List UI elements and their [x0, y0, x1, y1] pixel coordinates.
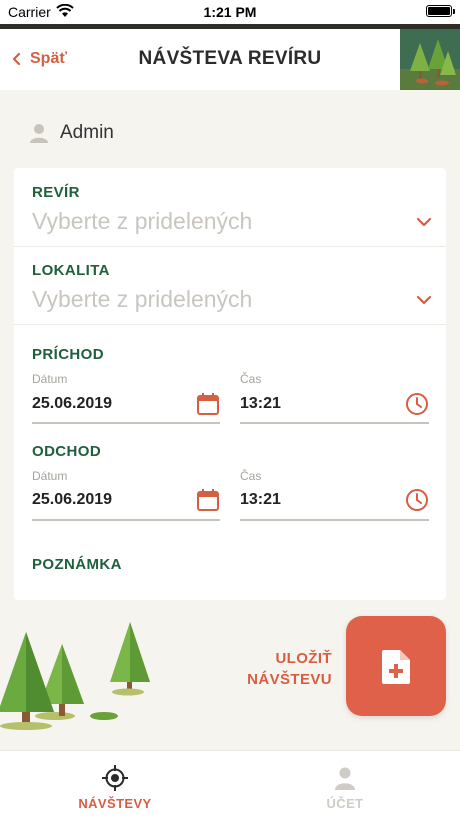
odchod-date-label: Dátum	[32, 469, 68, 483]
save-label-line2: NÁVŠTEVU	[247, 671, 332, 688]
poznamka-label: POZNÁMKA	[32, 556, 122, 573]
odchod-label: ODCHOD	[32, 443, 102, 460]
forest-image	[400, 29, 460, 90]
revir-label: REVÍR	[32, 184, 80, 201]
add-document-icon	[382, 650, 410, 684]
trees-illustration	[0, 622, 150, 730]
field-underline	[32, 422, 220, 424]
save-visit-button[interactable]	[346, 616, 446, 716]
divider	[14, 324, 446, 325]
odchod-time-label: Čas	[240, 469, 262, 483]
chevron-down-icon[interactable]	[416, 295, 432, 305]
person-icon	[30, 124, 48, 143]
calendar-icon[interactable]	[196, 488, 220, 512]
prichod-date-label: Dátum	[32, 372, 68, 386]
chevron-down-icon[interactable]	[416, 217, 432, 227]
clock-icon[interactable]	[405, 392, 429, 416]
lokalita-label: LOKALITA	[32, 262, 110, 279]
field-underline	[32, 519, 220, 521]
field-underline	[240, 519, 429, 521]
target-icon	[102, 765, 128, 791]
visit-form-card: REVÍR Vyberte z pridelených LOKALITA Vyb…	[14, 168, 446, 600]
clock-icon[interactable]	[405, 488, 429, 512]
prichod-time-label: Čas	[240, 372, 262, 386]
odchod-time-value[interactable]: 13:21	[240, 491, 281, 509]
revir-placeholder[interactable]: Vyberte z pridelených	[32, 208, 252, 235]
prichod-date-value[interactable]: 25.06.2019	[32, 395, 112, 413]
user-name: Admin	[60, 122, 114, 143]
tab-ucet[interactable]: ÚČET	[230, 751, 460, 818]
save-label-line1: ULOŽIŤ	[275, 650, 332, 667]
odchod-date-value[interactable]: 25.06.2019	[32, 491, 112, 509]
status-bar: Carrier 1:21 PM	[0, 0, 460, 24]
save-visit-label[interactable]: ULOŽIŤ NÁVŠTEVU	[247, 648, 332, 690]
user-row: Admin	[28, 119, 114, 147]
calendar-icon[interactable]	[196, 392, 220, 416]
lokalita-placeholder[interactable]: Vyberte z pridelených	[32, 286, 252, 313]
field-underline	[240, 422, 429, 424]
nav-bar: Späť NÁVŠTEVA REVÍRU	[0, 29, 460, 90]
prichod-time-value[interactable]: 13:21	[240, 395, 281, 413]
status-time: 1:21 PM	[203, 4, 257, 20]
page-title: NÁVŠTEVA REVÍRU	[138, 48, 322, 69]
screen: Carrier 1:21 PM Späť NÁVŠTEVA REVÍRU Adm…	[0, 0, 460, 818]
tab-navstevy[interactable]: NÁVŠTEVY	[0, 751, 230, 818]
tab-bar: NÁVŠTEVY ÚČET	[0, 750, 460, 818]
tab-ucet-label: ÚČET	[326, 796, 364, 811]
divider	[14, 246, 446, 247]
tab-navstevy-label: NÁVŠTEVY	[78, 796, 152, 811]
person-icon	[335, 767, 355, 790]
battery-icon	[426, 5, 455, 17]
forest-thumbnail[interactable]	[400, 29, 460, 90]
prichod-label: PRÍCHOD	[32, 346, 104, 363]
